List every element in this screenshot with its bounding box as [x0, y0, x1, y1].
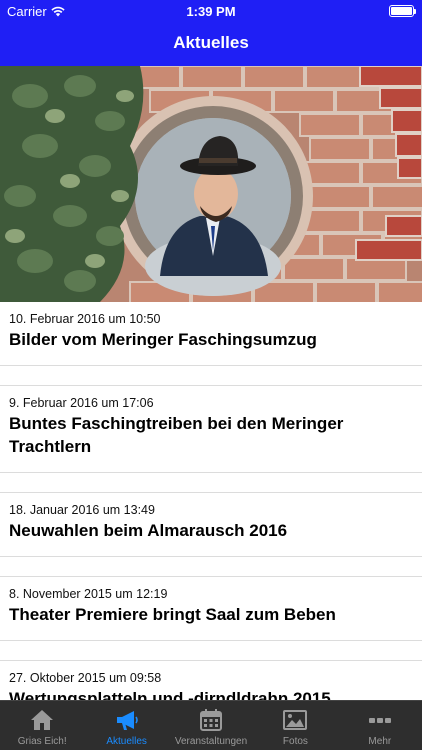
news-date: 18. Januar 2016 um 13:49 [9, 503, 155, 517]
list-separator [0, 641, 422, 661]
news-title: Wertungsplatteln und -dirndldrahn 2015 [9, 689, 331, 700]
tab-veranstaltungen[interactable]: Veranstaltungen [169, 701, 253, 750]
news-title: Theater Premiere bringt Saal zum Beben [9, 605, 336, 624]
news-date: 9. Februar 2016 um 17:06 [9, 396, 154, 410]
tab-grias-eich[interactable]: Grias Eich! [0, 701, 84, 750]
news-title: Buntes Faschingtreiben bei den Meringer … [9, 414, 344, 456]
list-separator [0, 557, 422, 577]
news-item[interactable]: 9. Februar 2016 um 17:06 Buntes Fasching… [0, 386, 422, 473]
battery-icon [389, 5, 416, 17]
tab-label: Mehr [368, 736, 392, 747]
top-bar: Carrier 1:39 PM Aktuelles [0, 0, 422, 66]
tab-fotos[interactable]: Fotos [253, 701, 337, 750]
megaphone-icon [116, 711, 138, 730]
more-icon [368, 718, 391, 723]
news-date: 27. Oktober 2015 um 09:58 [9, 671, 162, 685]
home-icon [31, 710, 54, 730]
tab-label: Veranstaltungen [174, 736, 248, 747]
news-list: 10. Februar 2016 um 10:50 Bilder vom Mer… [0, 302, 422, 700]
list-separator [0, 473, 422, 493]
calendar-icon [200, 709, 223, 731]
news-date: 8. November 2015 um 12:19 [9, 587, 168, 601]
tab-bar: Grias Eich! Aktuelles Veranstaltungen Fo… [0, 700, 422, 750]
tab-aktuelles[interactable]: Aktuelles [84, 701, 168, 750]
news-title: Bilder vom Meringer Faschingsumzug [9, 330, 317, 349]
news-title: Neuwahlen beim Almarausch 2016 [9, 521, 288, 540]
list-separator [0, 366, 422, 386]
status-time: 1:39 PM [186, 4, 236, 19]
tab-label: Grias Eich! [17, 736, 67, 747]
tab-label: Fotos [282, 736, 308, 747]
news-item[interactable]: 8. November 2015 um 12:19 Theater Premie… [0, 577, 422, 641]
news-item[interactable]: 27. Oktober 2015 um 09:58 Wertungsplatte… [0, 661, 422, 700]
page-title: Aktuelles [173, 33, 249, 52]
news-item[interactable]: 18. Januar 2016 um 13:49 Neuwahlen beim … [0, 493, 422, 557]
photo-icon [283, 710, 308, 730]
news-date: 10. Februar 2016 um 10:50 [9, 312, 161, 326]
status-bar: Carrier 1:39 PM [0, 0, 422, 22]
tab-label: Aktuelles [106, 736, 147, 747]
hero-image [0, 66, 422, 302]
tab-mehr[interactable]: Mehr [338, 701, 422, 750]
news-item[interactable]: 10. Februar 2016 um 10:50 Bilder vom Mer… [0, 302, 422, 366]
